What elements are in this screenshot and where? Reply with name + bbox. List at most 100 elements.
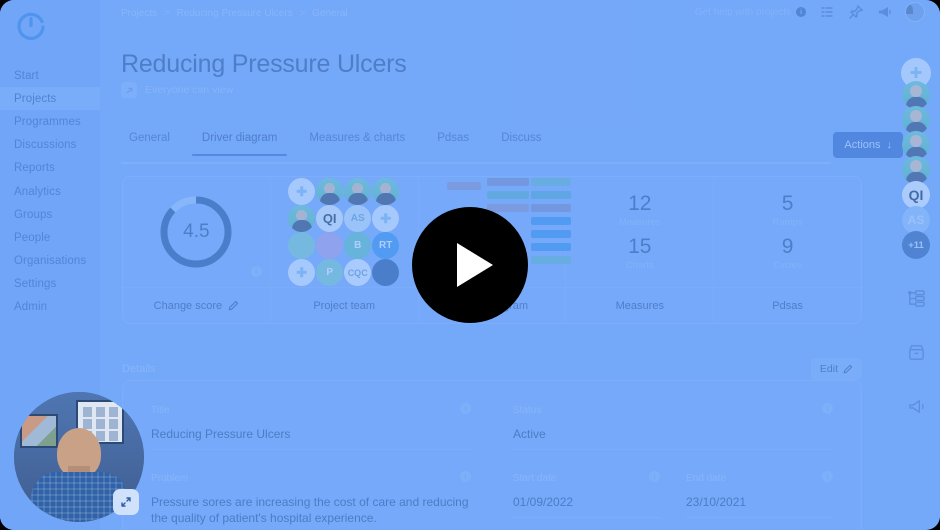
info-icon[interactable]: i [796, 7, 806, 17]
info-icon[interactable]: i [460, 403, 471, 414]
play-button[interactable] [412, 207, 528, 323]
top-bar-actions: Get help with projects i [695, 3, 924, 21]
visibility-label: Everyone can view [145, 84, 234, 96]
sidebar-item-reports[interactable]: Reports [0, 157, 100, 180]
avatar [288, 232, 316, 259]
tab-discuss[interactable]: Discuss [485, 132, 557, 156]
avatar[interactable] [902, 156, 930, 184]
play-triangle-icon [457, 243, 493, 287]
sidebar-item-discussions[interactable]: Discussions [0, 134, 100, 157]
measures-footer[interactable]: Measures [566, 287, 714, 323]
sidebar-item-programmes[interactable]: Programmes [0, 110, 100, 133]
measures-label: Measures [615, 299, 664, 312]
avatar [288, 205, 316, 232]
driver-bar [530, 178, 571, 186]
card-change-score[interactable]: 4.5 i Change score [123, 177, 271, 323]
field-status[interactable]: Status i Active [513, 403, 833, 455]
sidebar-item-analytics[interactable]: Analytics [0, 180, 100, 203]
driver-bar [530, 243, 571, 251]
sidebar-item-projects[interactable]: Projects [0, 87, 100, 111]
driver-bar [530, 191, 571, 199]
project-team-footer[interactable]: Project team [270, 287, 418, 323]
breadcrumb-item-project[interactable]: Reducing Pressure Ulcers [177, 8, 293, 19]
field-value: 01/09/2022 [513, 494, 660, 519]
avatar[interactable] [902, 131, 930, 159]
sidebar-item-settings[interactable]: Settings [0, 273, 100, 296]
tab-measures-charts[interactable]: Measures & charts [293, 132, 421, 156]
project-team-body: ✚ QI AS ✚ B RT ✚ P CQC [271, 177, 418, 287]
field-title[interactable]: Title i Reducing Pressure Ulcers [151, 403, 471, 455]
tab-driver-diagram[interactable]: Driver diagram [186, 132, 293, 156]
stat-label: Ramps [772, 217, 803, 228]
driver-bar [446, 182, 481, 190]
driver-bar [486, 178, 529, 186]
tab-bar: General Driver diagram Measures & charts… [121, 132, 921, 164]
stat-value: 9 [781, 235, 794, 258]
pin-icon[interactable] [848, 4, 864, 20]
details-section-label: Details [122, 363, 156, 375]
date-fields-row: Start date i 01/09/2022 End date i 23/10… [513, 470, 833, 530]
info-icon[interactable]: i [460, 470, 471, 482]
sidebar-item-organisations[interactable]: Organisations [0, 250, 100, 273]
avatar: P [316, 259, 344, 286]
field-start-date[interactable]: Start date i 01/09/2022 [513, 470, 660, 530]
avatar[interactable] [902, 81, 930, 109]
field-end-date[interactable]: End date i 23/10/2021 [686, 470, 833, 530]
megaphone-icon[interactable] [901, 391, 931, 421]
breadcrumb: Projects > Reducing Pressure Ulcers > Ge… [121, 8, 348, 19]
info-icon[interactable]: i [822, 470, 833, 482]
actions-button-label: Actions [844, 139, 881, 151]
archive-box-icon[interactable] [901, 337, 931, 367]
avatar: ✚ [288, 259, 316, 286]
wall-picture [20, 414, 58, 448]
get-help-link[interactable]: Get help with projects i [695, 7, 806, 18]
pdsas-stats: 5 Ramps 9 Cycles [773, 193, 803, 271]
share-arrow-icon [121, 82, 137, 98]
get-help-label: Get help with projects [694, 6, 791, 18]
avatar-overflow-count[interactable]: +11 [902, 231, 930, 259]
field-label: Start date [513, 472, 557, 484]
expand-webcam-button[interactable] [113, 489, 139, 515]
card-project-team[interactable]: ✚ QI AS ✚ B RT ✚ P CQC Project team [270, 177, 419, 323]
avatar [344, 178, 372, 205]
list-icon[interactable] [819, 4, 835, 20]
card-pdsas[interactable]: 5 Ramps 9 Cycles Pdsas [714, 177, 861, 323]
breadcrumb-item-general[interactable]: General [312, 8, 348, 19]
avatar: RT [372, 232, 400, 259]
page-title: Reducing Pressure Ulcers [121, 50, 407, 78]
rail-avatar-stack: QI AS +11 [902, 81, 930, 259]
sidebar-item-admin[interactable]: Admin [0, 296, 100, 319]
tab-general[interactable]: General [121, 132, 186, 156]
refresh-circle-logo[interactable] [14, 8, 48, 42]
stat-label: Charts [625, 260, 654, 271]
edit-button[interactable]: Edit [810, 358, 862, 380]
avatar[interactable] [902, 106, 930, 134]
field-label: End date [686, 472, 727, 484]
breadcrumb-item-projects[interactable]: Projects [121, 8, 157, 19]
field-value: Active [513, 426, 833, 451]
avatar [372, 178, 400, 205]
field-problem[interactable]: Problem i Pressure sores are increasing … [151, 470, 471, 530]
stat-cycles: 9 Cycles [773, 236, 802, 271]
sidebar-item-people[interactable]: People [0, 226, 100, 249]
driver-bar [530, 217, 571, 225]
sidebar-item-start[interactable]: Start [0, 64, 100, 87]
sidebar-item-groups[interactable]: Groups [0, 203, 100, 226]
avatar[interactable]: QI [902, 181, 930, 209]
avatar[interactable]: AS [902, 206, 930, 234]
pdsas-footer[interactable]: Pdsas [714, 287, 861, 323]
details-card: Title i Reducing Pressure Ulcers Status … [122, 380, 862, 530]
pencil-icon[interactable] [228, 300, 239, 311]
megaphone-icon[interactable] [877, 4, 893, 20]
tab-list: General Driver diagram Measures & charts… [121, 132, 921, 156]
info-icon[interactable]: i [822, 403, 833, 414]
stat-label: Measures [618, 217, 661, 228]
tab-pdsas[interactable]: Pdsas [421, 132, 485, 156]
change-score-footer[interactable]: Change score [123, 287, 270, 323]
org-tree-icon[interactable] [901, 283, 931, 313]
card-measures[interactable]: 12 Measures 15 Charts Measures [566, 177, 715, 323]
info-icon[interactable]: i [250, 266, 262, 277]
avatar: ✚ [288, 178, 316, 205]
change-score-body: 4.5 i [123, 177, 270, 287]
info-icon[interactable]: i [649, 470, 660, 482]
